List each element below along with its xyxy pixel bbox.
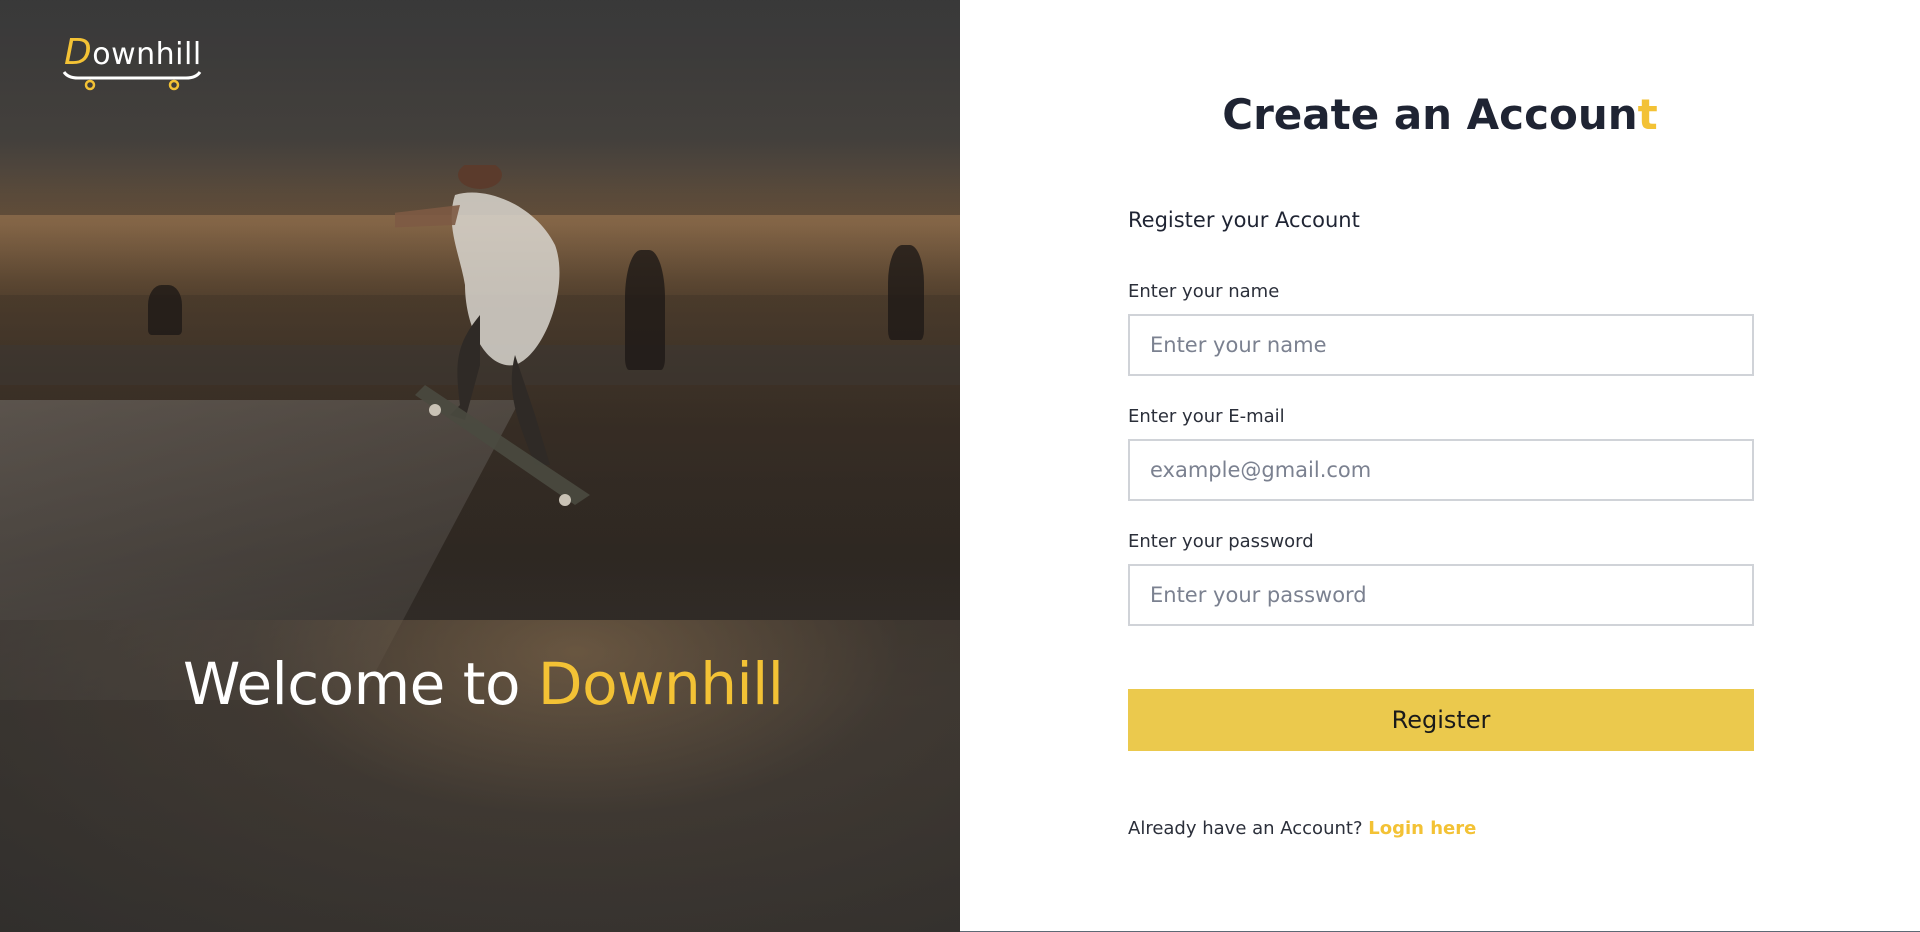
skateboard-icon bbox=[62, 71, 202, 91]
password-field-label: Enter your password bbox=[1128, 531, 1314, 552]
name-input[interactable] bbox=[1128, 314, 1754, 376]
login-prompt-text: Already have an Account? bbox=[1128, 818, 1369, 839]
hero-skater-image bbox=[395, 165, 590, 506]
email-field-label: Enter your E-mail bbox=[1128, 406, 1285, 427]
email-input[interactable] bbox=[1128, 439, 1754, 501]
brand-logo-initial: D bbox=[64, 32, 93, 73]
form-subtitle: Register your Account bbox=[1128, 208, 1360, 232]
page-title-accent: t bbox=[1637, 90, 1658, 139]
brand-logo-text: Downhill bbox=[64, 32, 202, 73]
hero-bystander bbox=[148, 285, 182, 335]
page-title-main: Create an Accoun bbox=[1222, 90, 1638, 139]
hero-bystander bbox=[888, 245, 924, 340]
hero-panel: Downhill Welcome to Downhill bbox=[0, 0, 960, 932]
register-page: Downhill Welcome to Downhill Create an A… bbox=[0, 0, 1920, 932]
name-field-label: Enter your name bbox=[1128, 281, 1280, 302]
welcome-heading-prefix: Welcome to bbox=[183, 650, 538, 718]
register-form-panel: Create an Account Register your Account … bbox=[960, 0, 1920, 932]
page-title: Create an Account bbox=[960, 90, 1920, 139]
brand-logo-rest: ownhil bbox=[92, 37, 193, 72]
login-link[interactable]: Login here bbox=[1368, 818, 1476, 839]
login-prompt: Already have an Account? Login here bbox=[1128, 818, 1476, 839]
welcome-heading: Welcome to Downhill bbox=[183, 650, 784, 718]
register-button[interactable]: Register bbox=[1128, 689, 1754, 751]
password-input[interactable] bbox=[1128, 564, 1754, 626]
welcome-heading-brand: Downhill bbox=[537, 650, 784, 718]
brand-logo-end: l bbox=[192, 37, 202, 72]
brand-logo[interactable]: Downhill bbox=[62, 32, 202, 92]
